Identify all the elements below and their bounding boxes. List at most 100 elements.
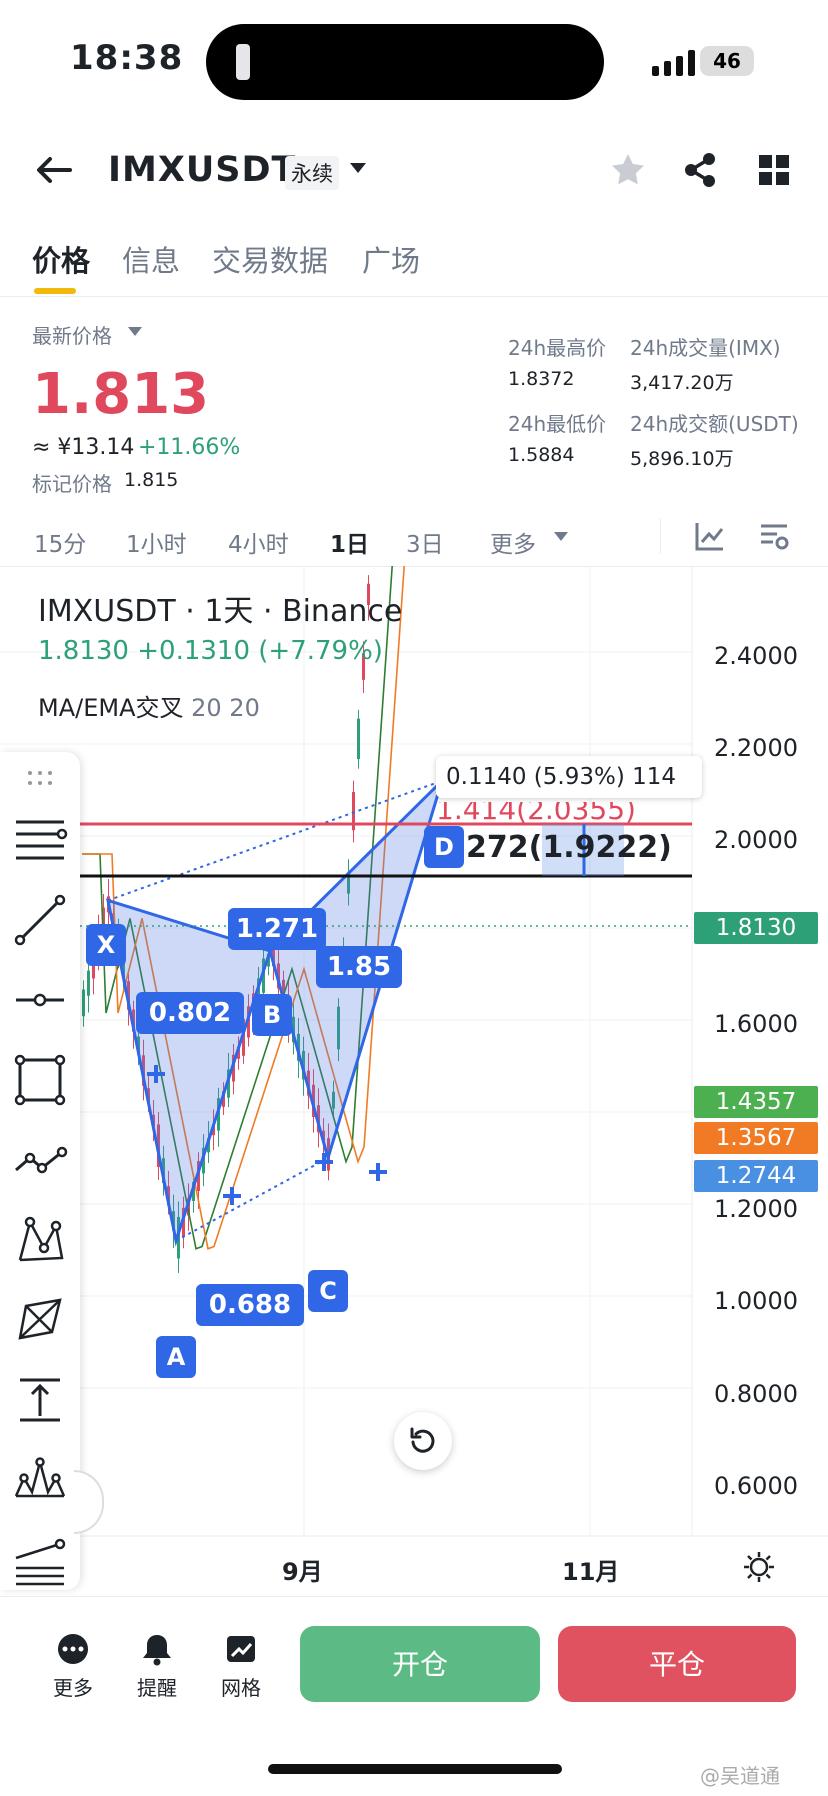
chart-settings-icon[interactable] [758, 520, 790, 552]
candle-body [357, 718, 360, 760]
y-tick-label: 1.2000 [714, 1195, 798, 1223]
pattern-point-x: X [86, 924, 126, 966]
star-icon[interactable] [608, 150, 648, 190]
low-label: 24h最低价 [508, 412, 607, 436]
rotate-icon [410, 1427, 435, 1453]
tab-trade-data[interactable]: 交易数据 [212, 238, 328, 280]
y-tick-label: 2.4000 [714, 642, 798, 670]
active-tab-indicator [34, 288, 76, 294]
interval-more[interactable]: 更多 [490, 525, 536, 559]
pattern-point-a: A [156, 1336, 196, 1378]
bottom-divider [0, 1596, 828, 1597]
price-tag-ma: 1.4357 [694, 1086, 818, 1118]
y-tick-label: 1.0000 [714, 1287, 798, 1315]
pattern-xab-triangle [106, 898, 272, 1247]
grid-trading-label: 网格 [221, 1676, 261, 1700]
amount-value: 5,896.10万 [630, 448, 734, 470]
close-position-button[interactable]: 平仓 [558, 1626, 796, 1702]
symbol-dropdown-icon[interactable] [350, 163, 366, 173]
trendline-icon[interactable] [12, 892, 68, 948]
pattern-point-c: C [308, 1270, 348, 1312]
interval-divider [660, 518, 661, 554]
tabs-divider [0, 296, 828, 297]
latest-price-label[interactable]: 最新价格 [32, 320, 112, 349]
ratio-abc: 0.688 [196, 1284, 304, 1326]
contract-type-badge: 永续 [285, 156, 339, 190]
latest-price-dropdown-icon[interactable] [128, 327, 142, 336]
chart-reset-button[interactable] [394, 1412, 452, 1470]
volume-label: 24h成交量(IMX) [630, 336, 781, 360]
interval-1h[interactable]: 1小时 [126, 525, 187, 559]
flashlight-icon [236, 44, 250, 80]
rectangle-icon[interactable] [12, 1052, 68, 1108]
indicator-legend[interactable]: MA/EMA交叉 20 20 [38, 688, 260, 723]
alert-label: 提醒 [137, 1676, 177, 1700]
x-tick-label: 9月 [282, 1558, 323, 1586]
more-button[interactable]: 更多 [38, 1632, 108, 1701]
measure-tooltip: 0.1140 (5.93%) 114 [436, 756, 702, 798]
y-tick-label: 2.0000 [714, 826, 798, 854]
alert-button[interactable]: 提醒 [122, 1632, 192, 1701]
interval-4h[interactable]: 4小时 [228, 525, 289, 559]
indicator-params: 20 20 [191, 694, 260, 722]
grid-menu-icon[interactable] [754, 150, 794, 190]
ratio-xab: 0.802 [136, 992, 244, 1034]
x-tick-label: 11月 [562, 1558, 620, 1586]
price-change-pct: +11.66% [138, 435, 241, 460]
drag-handle-icon[interactable] [26, 768, 54, 788]
horizontal-lines-icon[interactable] [12, 812, 68, 868]
open-position-button[interactable]: 开仓 [300, 1626, 540, 1702]
interval-more-caret-icon[interactable] [554, 532, 568, 541]
volume-value: 3,417.20万 [630, 372, 734, 394]
pattern-point-d: D [424, 826, 464, 868]
xabcd-pattern-icon[interactable] [12, 1212, 68, 1268]
y-tick-label: 0.8000 [714, 1380, 798, 1408]
mark-price-label: 标记价格 [32, 472, 112, 496]
y-tick-label: 2.2000 [714, 734, 798, 762]
pattern-point-b: B [252, 994, 292, 1036]
grid-trading-button[interactable]: 网格 [206, 1632, 276, 1701]
tab-square[interactable]: 广场 [362, 238, 420, 280]
interval-1d[interactable]: 1日 [330, 525, 369, 559]
symbol-title[interactable]: IMXUSDT [108, 150, 296, 190]
watermark: @吴道通 [700, 1764, 780, 1788]
triangle-pattern-icon[interactable] [12, 1292, 68, 1348]
price-tag-ema: 1.3567 [694, 1122, 818, 1154]
more-label: 更多 [53, 1676, 93, 1700]
indicator-icon[interactable] [694, 520, 726, 552]
fib-levels-icon[interactable] [12, 1532, 68, 1588]
price-range-icon[interactable] [12, 1372, 68, 1428]
interval-3d[interactable]: 3日 [406, 525, 444, 559]
chart-change-pct: (+7.79%) [258, 636, 383, 666]
brightness-icon[interactable] [742, 1550, 776, 1584]
price-tag-level: 1.2744 [694, 1160, 818, 1192]
candle-body [87, 970, 90, 996]
low-value: 1.5884 [508, 444, 575, 466]
share-icon[interactable] [680, 150, 720, 190]
partial-level-label: 1.414(2.0355) [436, 802, 636, 824]
grid-trading-icon [227, 1636, 255, 1662]
polyline-icon[interactable] [12, 1132, 68, 1188]
high-label: 24h最高价 [508, 336, 607, 360]
chart-last-close: 1.8130 [38, 636, 129, 666]
signal-icon [652, 50, 695, 76]
tab-info[interactable]: 信息 [122, 238, 180, 280]
bell-icon [143, 1635, 171, 1666]
battery-indicator: 46 [700, 46, 754, 76]
ratio-bcd: 1.85 [316, 946, 402, 988]
mark-price: 1.815 [124, 469, 179, 491]
amount-label: 24h成交额(USDT) [630, 412, 799, 436]
high-value: 1.8372 [508, 368, 575, 390]
horizontal-ray-icon[interactable] [12, 972, 68, 1028]
interval-15m[interactable]: 15分 [34, 525, 86, 559]
pattern-cross-marker [223, 1187, 241, 1205]
status-time: 18:38 [70, 38, 184, 78]
tab-price[interactable]: 价格 [32, 238, 90, 280]
dynamic-island [206, 24, 604, 100]
y-tick-label: 0.6000 [714, 1472, 798, 1500]
back-arrow-icon[interactable] [34, 150, 74, 190]
target-level-label: 272(1.9222) [466, 830, 672, 865]
last-price: 1.813 [32, 362, 210, 427]
head-shoulders-icon[interactable] [12, 1452, 68, 1508]
drawing-toolbar [0, 752, 80, 1590]
